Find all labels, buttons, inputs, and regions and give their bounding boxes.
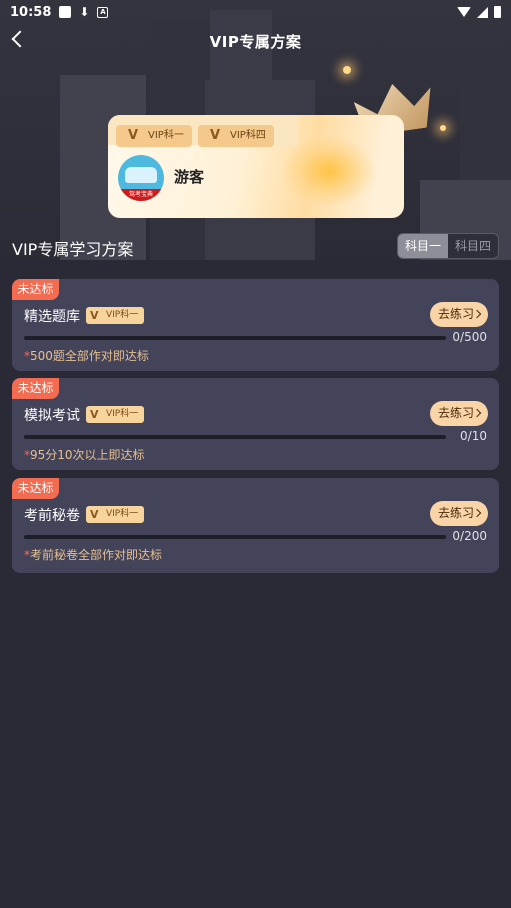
page-title: VIP专属方案: [209, 32, 302, 51]
progress-bar: [24, 336, 446, 340]
avatar-caption: 驾考宝典: [118, 189, 164, 201]
tab-subject-four[interactable]: 科目四: [448, 234, 498, 258]
practice-button[interactable]: 去练习: [430, 501, 488, 526]
status-bar: 10:58 ⬇ A: [0, 0, 511, 24]
chevron-right-icon: [472, 408, 482, 418]
plan-name: 考前秘卷: [24, 508, 80, 524]
vip-crown-icon: V: [90, 508, 99, 521]
user-card: V VIP科一 V VIP科四 驾考宝典 游客: [108, 115, 404, 218]
status-badge: 未达标: [12, 378, 59, 399]
plan-card: 未达标 精选题库 V VIP科一 去练习 0/500 *500题全部作对即达标: [12, 279, 499, 371]
plan-card: 未达标 模拟考试 V VIP科一 去练习 0/10 *95分10次以上即达标: [12, 378, 499, 470]
progress-count: 0/200: [452, 529, 487, 543]
card-highlight: [284, 137, 374, 205]
practice-button[interactable]: 去练习: [430, 401, 488, 426]
plan-name: 模拟考试: [24, 408, 80, 424]
vip-crown-icon: V: [209, 128, 221, 143]
back-arrow-icon[interactable]: [11, 30, 29, 48]
plan-hint: *95分10次以上即达标: [24, 448, 145, 462]
tab-subject-one[interactable]: 科目一: [398, 234, 448, 258]
vip-tag: V VIP科一: [86, 307, 145, 324]
vip-crown-icon: V: [127, 128, 139, 143]
plan-hint: *考前秘卷全部作对即达标: [24, 548, 163, 562]
vip-crown-icon: V: [90, 408, 99, 421]
plan-name: 精选题库: [24, 309, 80, 325]
avatar[interactable]: 驾考宝典: [118, 155, 164, 201]
status-time: 10:58: [10, 4, 52, 20]
vip-badge-ke1: V VIP科一: [116, 125, 192, 147]
progress-bar: [24, 535, 446, 539]
vip-tag: V VIP科一: [86, 406, 145, 423]
vip-tag: V VIP科一: [86, 506, 145, 523]
section-title: VIP专属学习方案: [12, 240, 134, 259]
practice-button[interactable]: 去练习: [430, 302, 488, 327]
car-icon: [125, 167, 157, 183]
chevron-right-icon: [472, 508, 482, 518]
notification-icon: [59, 6, 72, 18]
status-badge: 未达标: [12, 478, 59, 499]
chevron-right-icon: [472, 309, 482, 319]
subject-segmented-control: 科目一 科目四: [397, 233, 499, 259]
username: 游客: [174, 168, 205, 186]
battery-icon: [494, 6, 501, 18]
plan-hint: *500题全部作对即达标: [24, 349, 149, 363]
status-badge: 未达标: [12, 279, 59, 300]
vip-crown-icon: V: [90, 309, 99, 322]
wifi-icon: [457, 7, 471, 17]
progress-bar: [24, 435, 446, 439]
download-icon: ⬇: [79, 5, 90, 19]
app-header: VIP专属方案: [0, 24, 511, 58]
progress-count: 0/10: [460, 429, 487, 443]
vip-badge-ke4: V VIP科四: [198, 125, 274, 147]
progress-count: 0/500: [452, 330, 487, 344]
signal-icon: [477, 6, 488, 18]
plan-card: 未达标 考前秘卷 V VIP科一 去练习 0/200 *考前秘卷全部作对即达标: [12, 478, 499, 573]
app-notification-icon: A: [97, 6, 109, 18]
